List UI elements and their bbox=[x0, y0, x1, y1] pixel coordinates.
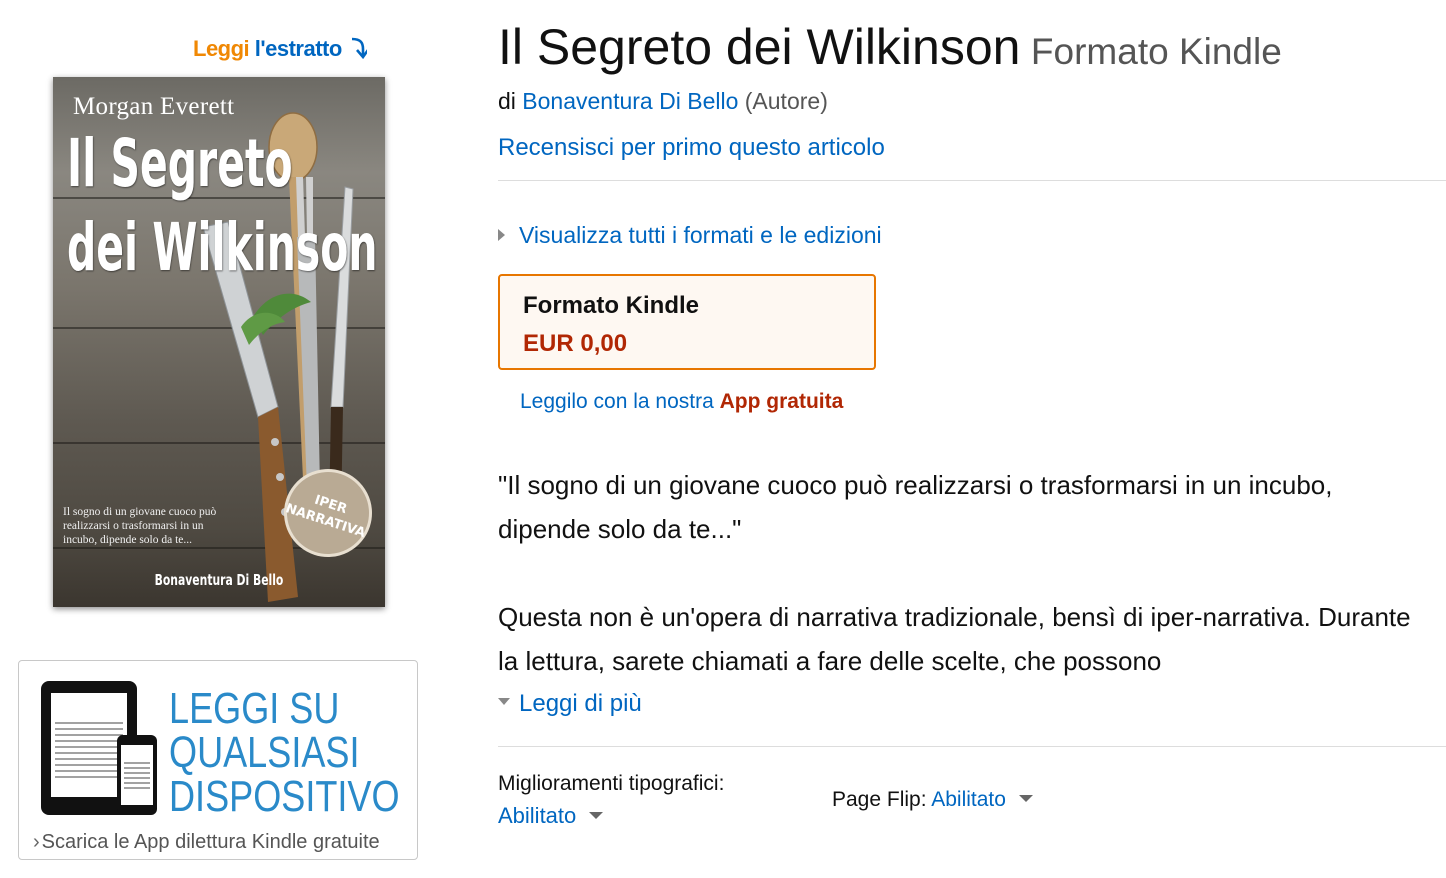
pageflip-value: Abilitato bbox=[931, 788, 1006, 811]
kindle-apps-promo[interactable]: LEGGI SU QUALSIASI DISPOSITIVO › Scarica … bbox=[18, 660, 418, 860]
product-description: "Il sogno di un giovane cuoco può realiz… bbox=[498, 463, 1428, 683]
expand-triangle-icon bbox=[498, 229, 505, 241]
typography-value: Abilitato bbox=[498, 803, 577, 828]
read-more-label: Leggi di più bbox=[519, 690, 642, 717]
download-apps-label: Scarica le App dilettura Kindle gratuite bbox=[41, 831, 380, 853]
product-format-subtitle: Formato Kindle bbox=[1030, 31, 1282, 72]
author-link[interactable]: Bonaventura Di Bello bbox=[522, 88, 738, 114]
product-title-row: Il Segreto dei Wilkinson Formato Kindle bbox=[498, 18, 1282, 76]
expand-down-triangle-icon bbox=[498, 698, 510, 705]
chevron-right-icon: › bbox=[33, 831, 40, 853]
chevron-down-icon bbox=[1018, 795, 1033, 802]
typography-label: Miglioramenti tipografici: bbox=[498, 772, 725, 795]
format-name: Formato Kindle bbox=[523, 292, 700, 319]
look-inside-label-part1: Leggi bbox=[193, 36, 250, 61]
all-formats-toggle[interactable]: Visualizza tutti i formati e le edizioni bbox=[498, 222, 882, 249]
format-price: EUR 0,00 bbox=[523, 330, 628, 357]
book-cover-image[interactable]: Morgan Everett Il Segreto dei Wilkinson … bbox=[53, 77, 385, 607]
author-role: (Autore) bbox=[738, 88, 828, 114]
typography-dropdown[interactable]: Abilitato bbox=[498, 803, 604, 829]
look-inside-link[interactable]: Leggi l'estratto bbox=[193, 36, 370, 62]
curved-arrow-down-icon bbox=[352, 37, 370, 60]
free-app-line: Leggilo con la nostra App gratuita bbox=[520, 390, 843, 414]
look-inside-label-part2: l'estratto bbox=[249, 36, 343, 61]
by-prefix: di bbox=[498, 88, 523, 114]
byline: di Bonaventura Di Bello (Autore) bbox=[498, 88, 828, 115]
free-app-link[interactable]: App gratuita bbox=[720, 390, 844, 413]
promo-headline-line1: LEGGI SU bbox=[169, 684, 340, 733]
cover-title-line2: dei Wilkinson bbox=[67, 209, 378, 286]
product-title: Il Segreto dei Wilkinson bbox=[498, 19, 1021, 75]
cover-bottom-author: Bonaventura Di Bello bbox=[154, 571, 284, 589]
all-formats-label: Visualizza tutti i formati e le edizioni bbox=[519, 222, 882, 248]
description-paragraph-1: "Il sogno di un giovane cuoco può realiz… bbox=[498, 470, 1333, 544]
pageflip-label: Page Flip: bbox=[832, 788, 932, 811]
write-review-link[interactable]: Recensisci per primo questo articolo bbox=[498, 134, 885, 162]
description-paragraph-2: Questa non è un'opera di narrativa tradi… bbox=[498, 602, 1411, 676]
promo-headline: LEGGI SU QUALSIASI DISPOSITIVO bbox=[169, 687, 400, 819]
chevron-down-icon bbox=[589, 812, 604, 819]
cover-blurb: Il sogno di un giovane cuoco può realizz… bbox=[63, 506, 217, 546]
read-more-toggle[interactable]: Leggi di più bbox=[498, 690, 642, 718]
cover-author: Morgan Everett bbox=[73, 93, 235, 120]
tablet-phone-icon bbox=[41, 681, 157, 815]
pageflip-row[interactable]: Page Flip: Abilitato bbox=[832, 788, 1033, 812]
format-option-kindle[interactable]: Formato Kindle EUR 0,00 bbox=[498, 274, 876, 370]
free-app-prefix[interactable]: Leggilo con la nostra bbox=[520, 390, 720, 413]
cover-title-line1: Il Segreto bbox=[67, 125, 293, 202]
promo-headline-line2: QUALSIASI bbox=[169, 728, 360, 777]
divider bbox=[498, 746, 1446, 747]
promo-headline-line3: DISPOSITIVO bbox=[169, 772, 400, 821]
download-apps-link[interactable]: › Scarica le App dilettura Kindle gratuit… bbox=[33, 831, 380, 854]
divider bbox=[498, 180, 1446, 181]
